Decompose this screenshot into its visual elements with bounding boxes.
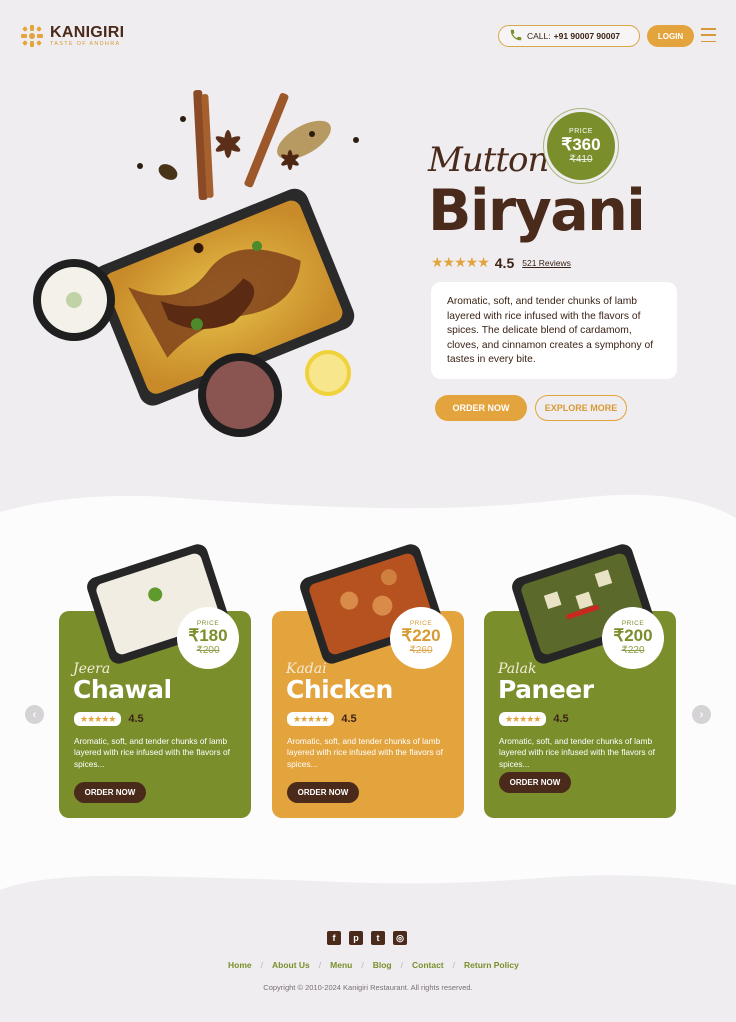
brand-logo[interactable]: KANIGIRI TASTE OF ANDHRA xyxy=(20,24,124,48)
rating-value: 4.5 xyxy=(553,713,569,725)
menu-card-chawal[interactable]: PRICE ₹180 ₹200 Jeera Chawal ★★★★★ 4.5 A… xyxy=(59,544,251,818)
instagram-icon[interactable]: ◎ xyxy=(393,931,407,945)
card-title: Chicken xyxy=(286,675,393,704)
order-now-button[interactable]: ORDER NOW xyxy=(435,395,527,421)
divider: / xyxy=(400,960,403,970)
order-now-button[interactable]: ORDER NOW xyxy=(74,782,146,803)
divider: / xyxy=(260,960,263,970)
card-description: Aromatic, soft, and tender chunks of lam… xyxy=(499,736,655,769)
call-label: CALL: xyxy=(527,31,551,41)
menu-card-chicken[interactable]: PRICE ₹220 ₹260 Kadai Chicken ★★★★★ 4.5 … xyxy=(272,544,464,818)
brand-name: KANIGIRI xyxy=(50,23,125,41)
card-price-badge: PRICE ₹180 ₹200 xyxy=(177,607,239,669)
call-number: +91 90007 90007 xyxy=(553,31,621,41)
order-now-button[interactable]: ORDER NOW xyxy=(287,782,359,803)
star-rating-icon: ★★★★★ xyxy=(499,712,547,726)
brand-tagline: TASTE OF ANDHRA xyxy=(50,40,121,47)
star-rating-icon: ★★★★★ xyxy=(287,712,335,726)
footer-link-blog[interactable]: Blog xyxy=(373,960,392,970)
card-description: Aromatic, soft, and tender chunks of lam… xyxy=(287,736,443,769)
logo-mark-icon xyxy=(21,25,43,47)
footer-link-about[interactable]: About Us xyxy=(272,960,310,970)
copyright-text: Copyright © 2010-2024 Kanigiri Restauran… xyxy=(263,983,473,992)
price-label: PRICE xyxy=(569,127,593,135)
card-title: Chawal xyxy=(73,675,172,704)
carousel-prev-button[interactable]: ‹ xyxy=(25,705,44,724)
call-button[interactable]: CALL: +91 90007 90007 xyxy=(498,25,640,47)
rating-value: 4.5 xyxy=(128,713,144,725)
pinterest-icon[interactable]: p xyxy=(349,931,363,945)
landing-page: KANIGIRI TASTE OF ANDHRA CALL: +91 90007… xyxy=(0,0,736,1022)
chevron-right-icon: › xyxy=(699,708,704,721)
social-links: f p t ◎ xyxy=(327,931,407,945)
menu-card-paneer[interactable]: PRICE ₹200 ₹220 Palak Paneer ★★★★★ 4.5 A… xyxy=(484,544,676,818)
footer-link-return-policy[interactable]: Return Policy xyxy=(464,960,519,970)
price-now: ₹200 xyxy=(613,626,653,645)
explore-more-button[interactable]: EXPLORE MORE xyxy=(535,395,627,421)
star-rating-icon: ★★★★★ xyxy=(431,254,490,270)
hero-title: Biryani xyxy=(428,178,646,244)
card-price-badge: PRICE ₹220 ₹260 xyxy=(390,607,452,669)
phone-icon xyxy=(510,29,522,40)
price-now: ₹220 xyxy=(401,626,441,645)
chevron-left-icon: ‹ xyxy=(32,708,37,721)
divider: / xyxy=(318,960,322,970)
login-button[interactable]: LOGIN xyxy=(647,25,694,47)
rating-value: 4.5 xyxy=(494,254,515,271)
biryani-hero-image xyxy=(33,89,359,437)
card-title: Paneer xyxy=(498,675,594,704)
carousel-next-button[interactable]: › xyxy=(692,705,711,724)
price-old: ₹260 xyxy=(409,645,433,656)
price-old: ₹200 xyxy=(196,645,220,656)
twitter-icon[interactable]: t xyxy=(371,931,385,945)
rating-value: 4.5 xyxy=(341,713,357,725)
price-now: ₹360 xyxy=(561,134,601,154)
hamburger-menu-icon[interactable] xyxy=(701,28,716,42)
card-price-badge: PRICE ₹200 ₹220 xyxy=(602,607,664,669)
facebook-icon[interactable]: f xyxy=(327,931,341,945)
hero-script-title: Mutton xyxy=(428,140,549,180)
card-description: Aromatic, soft, and tender chunks of lam… xyxy=(74,736,230,769)
divider: / xyxy=(452,960,456,970)
footer-link-menu[interactable]: Menu xyxy=(330,960,352,970)
star-rating-icon: ★★★★★ xyxy=(74,712,122,726)
footer-link-contact[interactable]: Contact xyxy=(412,960,444,970)
divider: / xyxy=(361,960,364,970)
card-rating: ★★★★★ 4.5 xyxy=(499,712,569,726)
hero-price-badge: PRICE ₹360 ₹410 xyxy=(547,112,615,180)
hero-rating: ★★★★★ 4.5 521 Reviews xyxy=(431,254,571,271)
price-now: ₹180 xyxy=(188,626,228,645)
hero-description: Aromatic, soft, and tender chunks of lam… xyxy=(431,282,677,379)
price-old: ₹410 xyxy=(569,153,593,165)
card-rating: ★★★★★ 4.5 xyxy=(74,712,144,726)
price-old: ₹220 xyxy=(621,645,645,656)
footer-nav: Home / About Us / Menu / Blog / Contact … xyxy=(228,960,519,970)
reviews-link[interactable]: 521 Reviews xyxy=(522,258,571,268)
card-rating: ★★★★★ 4.5 xyxy=(287,712,357,726)
order-now-button[interactable]: ORDER NOW xyxy=(499,772,571,793)
footer-link-home[interactable]: Home xyxy=(228,960,252,970)
